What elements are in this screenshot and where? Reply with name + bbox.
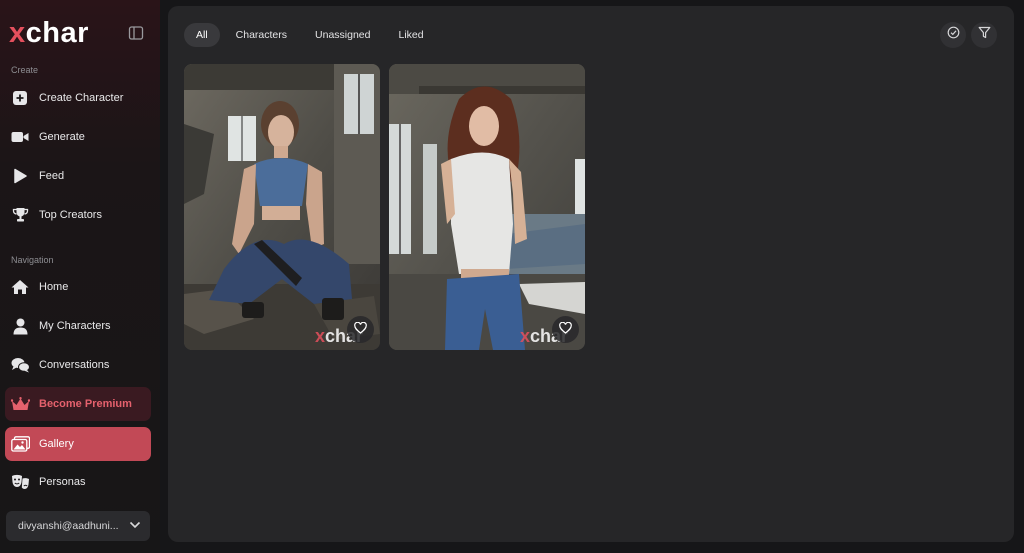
gallery-image-card[interactable]: xchar — [389, 64, 585, 350]
tab-liked[interactable]: Liked — [386, 23, 435, 47]
gallery-image-card[interactable]: xchar — [184, 64, 380, 350]
filter-button[interactable] — [971, 22, 997, 48]
sidebar-item-label: Top Creators — [39, 209, 102, 221]
sidebar-item-label: Create Character — [39, 92, 124, 104]
masks-icon — [10, 472, 30, 492]
plus-icon — [10, 88, 30, 108]
brand-logo[interactable]: x char — [9, 16, 89, 50]
sidebar-item-label: Conversations — [39, 359, 110, 371]
video-camera-icon — [10, 127, 30, 147]
filter-tabs: All Characters Unassigned Liked — [184, 23, 436, 47]
tab-unassigned[interactable]: Unassigned — [303, 23, 382, 47]
sidebar-item-generate[interactable]: Generate — [5, 120, 151, 154]
navigation-section-label: Navigation — [11, 255, 54, 265]
check-circle-icon — [947, 26, 960, 44]
sidebar-item-conversations[interactable]: Conversations — [5, 348, 151, 382]
heart-icon — [354, 321, 367, 339]
sidebar-item-label: Become Premium — [39, 398, 132, 410]
home-icon — [10, 277, 30, 297]
sidebar-item-feed[interactable]: Feed — [5, 159, 151, 193]
select-mode-button[interactable] — [940, 22, 966, 48]
chat-bubbles-icon — [10, 355, 30, 375]
tab-all[interactable]: All — [184, 23, 220, 47]
images-icon — [10, 434, 30, 454]
sidebar: x char Create Create Character Generate F… — [0, 0, 160, 553]
sidebar-item-my-characters[interactable]: My Characters — [5, 309, 151, 343]
sidebar-item-label: Personas — [39, 476, 86, 488]
gallery-panel: All Characters Unassigned Liked xchar xc… — [168, 6, 1014, 542]
filter-icon — [978, 26, 991, 44]
logo-text: char — [25, 17, 89, 49]
sidebar-toggle-icon[interactable] — [128, 25, 144, 41]
sidebar-item-create-character[interactable]: Create Character — [5, 81, 151, 115]
account-menu[interactable]: divyanshi@aadhuni... — [6, 511, 150, 541]
sidebar-item-label: Generate — [39, 131, 85, 143]
like-button[interactable] — [347, 316, 374, 343]
character-image — [389, 64, 585, 350]
sidebar-item-personas[interactable]: Personas — [5, 465, 151, 499]
account-email: divyanshi@aadhuni... — [18, 520, 119, 532]
sidebar-item-home[interactable]: Home — [5, 270, 151, 304]
sidebar-item-label: My Characters — [39, 320, 111, 332]
user-icon — [10, 316, 30, 336]
sidebar-item-label: Gallery — [39, 438, 74, 450]
trophy-icon — [10, 205, 30, 225]
sidebar-item-become-premium[interactable]: Become Premium — [5, 387, 151, 421]
sidebar-item-label: Home — [39, 281, 69, 293]
character-image — [184, 64, 380, 350]
chevron-down-icon — [129, 520, 141, 532]
like-button[interactable] — [552, 316, 579, 343]
heart-icon — [559, 321, 572, 339]
crown-icon — [10, 394, 30, 414]
create-section-label: Create — [11, 65, 39, 75]
sidebar-item-gallery[interactable]: Gallery — [5, 427, 151, 461]
logo-x: x — [9, 17, 26, 49]
sidebar-item-top-creators[interactable]: Top Creators — [5, 198, 151, 232]
sidebar-item-label: Feed — [39, 170, 65, 182]
tab-characters[interactable]: Characters — [224, 23, 299, 47]
play-icon — [10, 166, 30, 186]
